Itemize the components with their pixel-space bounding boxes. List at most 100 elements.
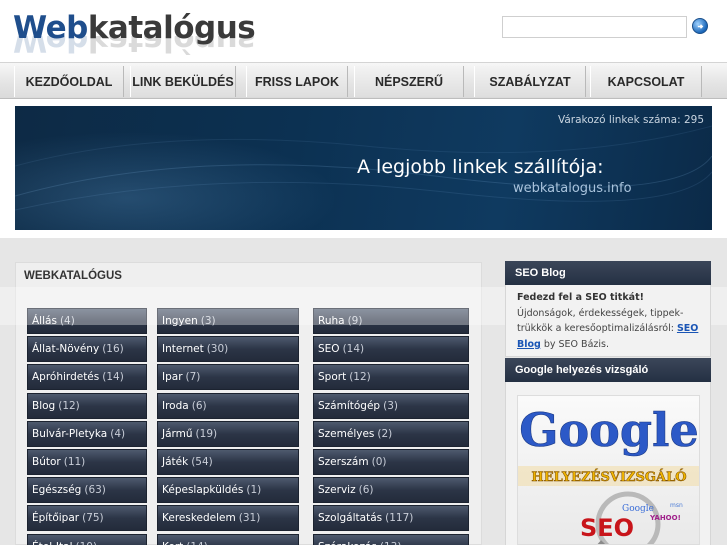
nav-rules[interactable]: SZABÁLYZAT: [474, 66, 586, 97]
category-count: (63): [84, 484, 106, 496]
category-name: Ipar: [162, 371, 183, 383]
category-count: (31): [238, 512, 261, 524]
nav-contact[interactable]: KAPCSOLAT: [590, 66, 702, 97]
waiting-links-count: Várakozó linkek száma: 295: [557, 114, 704, 126]
nav-home[interactable]: KEZDŐOLDAL: [14, 66, 124, 97]
category-button[interactable]: Szórakozás(13): [313, 534, 469, 545]
category-name: Szerszám: [318, 456, 369, 468]
category-count: (13): [380, 541, 402, 545]
category-name: Sport: [318, 371, 347, 383]
category-count: (3): [383, 400, 398, 412]
seo-blog-text-2: by SEO Bázis.: [540, 338, 609, 350]
category-count: (30): [206, 343, 229, 355]
category-button[interactable]: Számítógép (3): [313, 393, 469, 419]
nav-new-sites[interactable]: FRISS LAPOK: [246, 66, 348, 97]
google-checker-title: Google helyezés vizsgáló: [505, 358, 711, 382]
category-name: Szolgáltatás: [318, 512, 383, 524]
category-count: (6): [191, 400, 207, 412]
category-button[interactable]: Építőipar (75): [27, 505, 147, 531]
google-checker-art: Google HELYEZÉSVIZSGÁLÓ SEO Google msn Y…: [518, 403, 699, 544]
category-button[interactable]: Iroda (6): [157, 393, 299, 419]
seo-blog-text-1: Újdonságok, érdekességek, tippek-trükkök…: [517, 307, 684, 335]
category-name: Építőipar: [32, 512, 80, 524]
google-art-yahoo: YAHOO!: [649, 514, 681, 522]
category-count: (7): [185, 371, 201, 383]
seo-blog-box: SEO Blog Fedezd fel a SEO titkát! Újdons…: [505, 261, 711, 357]
seo-blog-title: SEO Blog: [505, 261, 711, 285]
hero-banner: Várakozó linkek száma: 295 A legjobb lin…: [15, 106, 712, 230]
category-count: (10): [75, 541, 97, 545]
category-name: Szórakozás: [318, 541, 377, 545]
category-count: (12): [58, 400, 80, 412]
category-name: Jármű: [162, 428, 193, 440]
category-button[interactable]: Állat-Növény (16): [27, 336, 147, 362]
category-name: Blog: [32, 400, 56, 412]
search-go-icon[interactable]: [692, 18, 708, 34]
category-button[interactable]: Kereskedelem (31): [157, 505, 299, 531]
nav-submit-link[interactable]: LINK BEKÜLDÉS: [130, 66, 236, 97]
category-count: (14): [186, 541, 208, 545]
category-name: Bútor: [32, 456, 61, 468]
category-name: SEO: [318, 343, 340, 355]
banner-site-name: webkatalogus.info: [513, 181, 632, 196]
category-button[interactable]: SEO (14): [313, 336, 469, 362]
category-button[interactable]: Szolgáltatás (117): [313, 505, 469, 531]
google-art-msn: msn: [670, 502, 683, 509]
category-count: (4): [110, 428, 126, 440]
category-name: Személyes: [318, 428, 375, 440]
category-count: (12): [349, 371, 371, 383]
category-count: (0): [371, 456, 387, 468]
category-name: Kert: [162, 541, 183, 545]
main-nav: KEZDŐOLDAL LINK BEKÜLDÉS FRISS LAPOK NÉP…: [0, 62, 727, 99]
category-button[interactable]: Szerszám (0): [313, 449, 469, 475]
category-button[interactable]: Étel-Ital(10): [27, 534, 147, 545]
catalog-title: WEBKATALÓGUS: [24, 270, 122, 282]
google-checker-body: Google HELYEZÉSVIZSGÁLÓ SEO Google msn Y…: [505, 382, 711, 545]
category-name: Játék: [162, 456, 189, 468]
category-count: (117): [385, 512, 414, 524]
category-button[interactable]: Bútor (11): [27, 449, 147, 475]
category-name: Képeslapküldés: [162, 484, 244, 496]
category-name: Állat-Növény: [32, 343, 100, 355]
seo-blog-lead: Fedezd fel a SEO titkát!: [517, 292, 644, 303]
category-button[interactable]: Internet (30): [157, 336, 299, 362]
category-count: (54): [191, 456, 213, 468]
google-art-caption: HELYEZÉSVIZSGÁLÓ: [531, 468, 686, 485]
category-button[interactable]: Apróhirdetés (14): [27, 364, 147, 390]
google-wordmark: Google: [519, 403, 699, 457]
nav-popular[interactable]: NÉPSZERŰ: [354, 66, 464, 97]
category-button[interactable]: Szerviz (6): [313, 477, 469, 503]
category-button[interactable]: Kert(14): [157, 534, 299, 545]
search-input[interactable]: [502, 16, 687, 38]
banner-slogan: A legjobb linkek szállítója:: [357, 156, 604, 178]
category-name: Apróhirdetés: [32, 371, 100, 383]
seo-blog-text: Fedezd fel a SEO titkát! Újdonságok, érd…: [506, 285, 710, 356]
category-count: (2): [377, 428, 393, 440]
category-button[interactable]: Személyes (2): [313, 421, 469, 447]
category-button[interactable]: Sport (12): [313, 364, 469, 390]
category-name: Iroda: [162, 400, 189, 412]
category-button[interactable]: Blog (12): [27, 393, 147, 419]
category-name: Bulvár-Pletyka: [32, 428, 108, 440]
google-art-google-small: Google: [622, 504, 654, 514]
category-name: Internet: [162, 343, 204, 355]
logo-reflection: Webkatalógus: [13, 36, 256, 58]
category-count: (14): [102, 371, 124, 383]
category-button[interactable]: Ipar (7): [157, 364, 299, 390]
category-button[interactable]: Játék (54): [157, 449, 299, 475]
category-button[interactable]: Bulvár-Pletyka (4): [27, 421, 147, 447]
site-logo[interactable]: Webkatalógus Webkatalógus: [13, 10, 273, 62]
category-name: Étel-Ital: [32, 541, 72, 545]
category-count: (14): [342, 343, 365, 355]
category-button[interactable]: Egészség (63): [27, 477, 147, 503]
google-checker-banner-image[interactable]: Google HELYEZÉSVIZSGÁLÓ SEO Google msn Y…: [517, 395, 700, 545]
category-button[interactable]: Képeslapküldés (1): [157, 477, 299, 503]
category-name: Kereskedelem: [162, 512, 236, 524]
category-count: (1): [246, 484, 262, 496]
category-count: (19): [195, 428, 218, 440]
google-checker-box: Google helyezés vizsgáló Google HELYEZÉS…: [505, 358, 711, 545]
category-count: (75): [82, 512, 104, 524]
category-count: (11): [63, 456, 86, 468]
category-button[interactable]: Jármű (19): [157, 421, 299, 447]
category-count: (6): [358, 484, 374, 496]
